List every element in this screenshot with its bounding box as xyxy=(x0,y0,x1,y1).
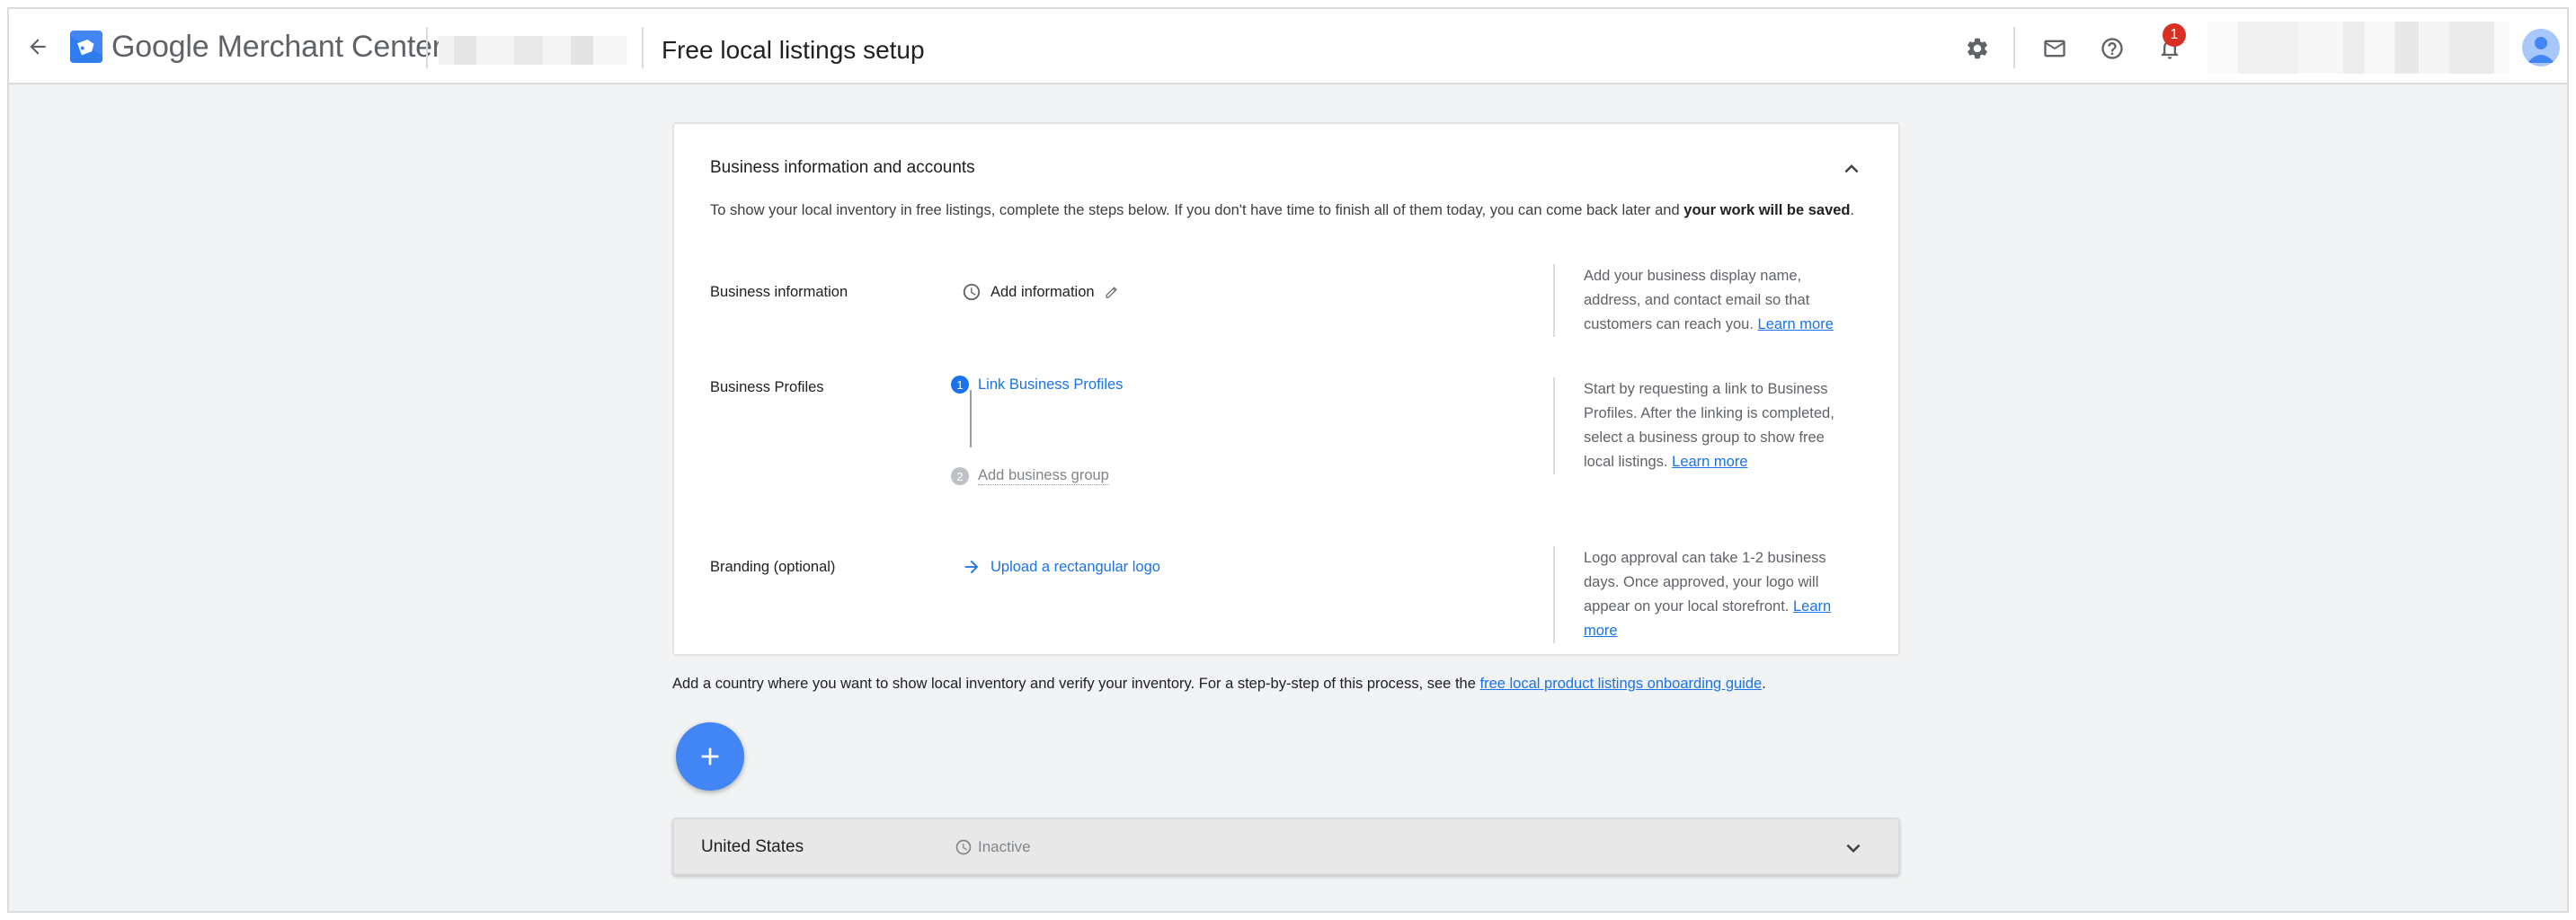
intro-text-end: . xyxy=(1850,202,1855,218)
help-text: Logo approval can take 1-2 business days… xyxy=(1584,550,1826,615)
business-profiles-label: Business Profiles xyxy=(710,379,824,395)
user-info-redacted[interactable] xyxy=(2207,22,2509,74)
clock-icon xyxy=(963,283,981,301)
status-text: Inactive xyxy=(978,838,1031,855)
add-country-instructions: Add a country where you want to show loc… xyxy=(672,676,1766,693)
arrow-forward-icon xyxy=(964,560,979,574)
step-number: 1 xyxy=(951,376,969,394)
business-information-label: Business information xyxy=(710,284,848,300)
help-icon xyxy=(2101,38,2123,59)
app-frame: Google Merchant Center Free local listin… xyxy=(7,7,2569,913)
top-app-bar: Google Merchant Center Free local listin… xyxy=(9,9,2567,84)
add-information-action[interactable]: Add information xyxy=(962,282,1120,302)
notification-badge: 1 xyxy=(2163,23,2186,47)
merchant-center-logo-icon xyxy=(68,29,104,65)
intro-text: To show your local inventory in free lis… xyxy=(710,201,1870,220)
plus-icon xyxy=(701,748,719,765)
brand-name: Google Merchant Center xyxy=(111,30,442,64)
header-divider xyxy=(2013,27,2015,68)
clock-icon xyxy=(955,839,972,855)
arrow-back-icon xyxy=(30,39,46,55)
branding-label: Branding (optional) xyxy=(710,559,836,575)
chevron-down-icon xyxy=(1846,844,1861,853)
add-business-group-text: Add business group xyxy=(978,467,1109,485)
help-button[interactable] xyxy=(2094,31,2130,66)
settings-button[interactable] xyxy=(1959,31,1995,66)
status-badge: Inactive xyxy=(955,838,1031,856)
edit-pencil-icon[interactable] xyxy=(1104,284,1120,300)
add-information-text: Add information xyxy=(990,283,1095,300)
account-name-redacted[interactable] xyxy=(439,36,627,65)
upload-logo-link[interactable]: Upload a rectangular logo xyxy=(990,559,1160,576)
back-button[interactable] xyxy=(18,27,58,66)
settings-icon xyxy=(1968,38,1987,59)
onboarding-guide-link[interactable]: free local product listings onboarding g… xyxy=(1479,676,1762,692)
intro-text-bold: your work will be saved xyxy=(1683,202,1851,218)
step-number: 2 xyxy=(951,467,969,485)
branding-help: Logo approval can take 1-2 business days… xyxy=(1553,546,1855,643)
country-name: United States xyxy=(701,837,804,856)
link-business-profiles-link[interactable]: Link Business Profiles xyxy=(978,376,1123,394)
business-profiles-help: Start by requesting a link to Business P… xyxy=(1553,377,1855,474)
page-title: Free local listings setup xyxy=(662,36,925,64)
instructions-text: Add a country where you want to show loc… xyxy=(672,676,1476,692)
add-business-group-step: 2 Add business group xyxy=(951,467,1109,485)
country-row-united-states[interactable]: United States Inactive xyxy=(672,818,1900,875)
header-divider xyxy=(426,27,428,68)
expand-button[interactable] xyxy=(1837,832,1870,864)
learn-more-link[interactable]: Learn more xyxy=(1672,454,1747,470)
collapse-button[interactable] xyxy=(1835,153,1868,185)
avatar[interactable] xyxy=(2522,29,2560,66)
business-info-card: Business information and accounts To sho… xyxy=(672,122,1900,656)
add-country-button[interactable] xyxy=(676,722,744,791)
business-information-help: Add your business display name, address,… xyxy=(1553,264,1855,337)
intro-text-main: To show your local inventory in free lis… xyxy=(710,202,1680,218)
mail-button[interactable] xyxy=(2037,31,2073,66)
upload-logo-action[interactable]: Upload a rectangular logo xyxy=(962,557,1160,577)
chevron-up-icon xyxy=(1844,164,1859,173)
instructions-text-end: . xyxy=(1762,676,1766,692)
mail-icon xyxy=(2044,40,2065,58)
user-avatar-icon xyxy=(2527,37,2554,63)
card-title: Business information and accounts xyxy=(710,158,975,177)
stepper-connector xyxy=(970,390,972,447)
learn-more-link[interactable]: Learn more xyxy=(1758,316,1834,332)
link-business-profiles-step[interactable]: 1 Link Business Profiles xyxy=(951,376,1123,394)
header-divider xyxy=(642,27,644,68)
